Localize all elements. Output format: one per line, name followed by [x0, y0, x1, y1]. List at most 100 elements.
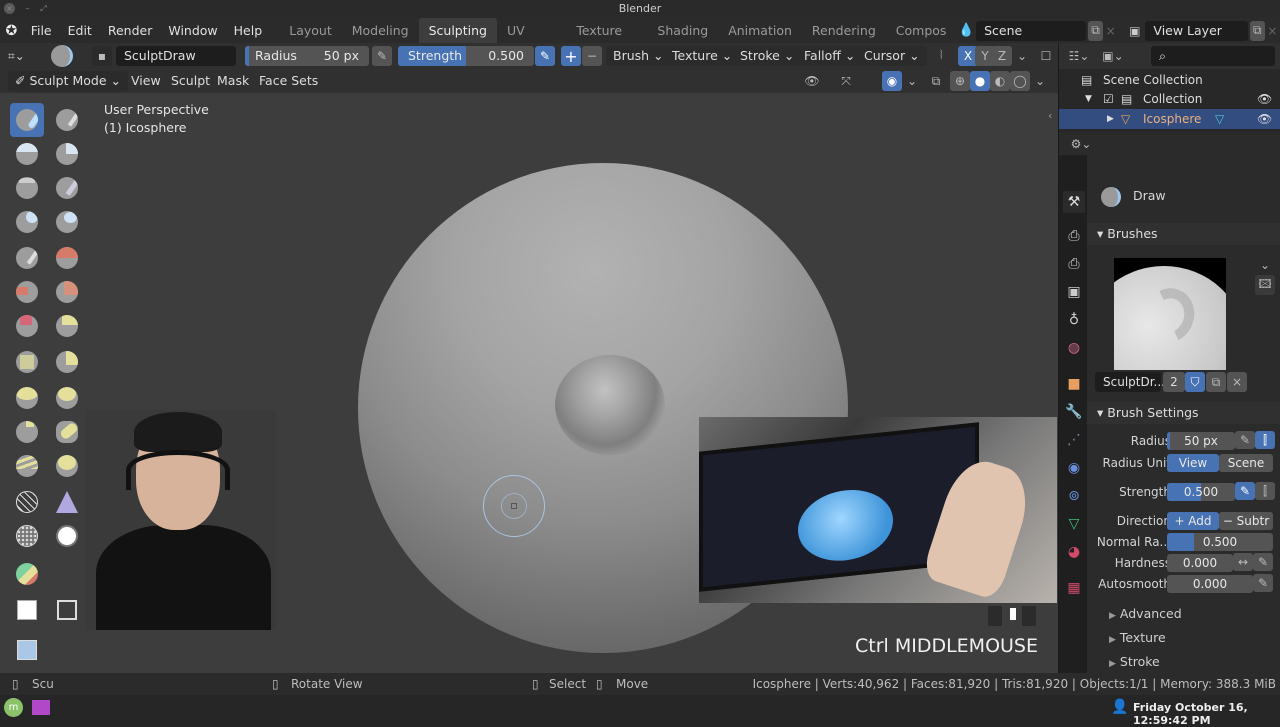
- clock[interactable]: Friday October 16, 12:59:42 PM: [1133, 701, 1280, 727]
- fake-user-shield-icon[interactable]: ⛉: [1185, 372, 1205, 392]
- menu-view[interactable]: View: [124, 71, 168, 91]
- tool-mesh-filter[interactable]: [10, 633, 44, 667]
- render-tab-icon[interactable]: ⎙: [1063, 225, 1085, 247]
- menu-face-sets[interactable]: Face Sets: [252, 71, 325, 91]
- tool-clay[interactable]: [10, 137, 44, 171]
- tool-rotate[interactable]: [10, 449, 44, 483]
- menu-mask[interactable]: Mask: [210, 71, 256, 91]
- tool-draw-face-sets[interactable]: [50, 519, 84, 553]
- particles-tab-icon[interactable]: ⋰: [1063, 429, 1085, 451]
- tool-nudge[interactable]: [50, 415, 84, 449]
- taskbar-app-icon[interactable]: [32, 700, 50, 715]
- tool-snake-hook[interactable]: [10, 381, 44, 415]
- outliner-row-collection[interactable]: ▼ ☑ ▤ Collection 👁: [1059, 89, 1280, 109]
- tab-modeling[interactable]: Modeling: [342, 18, 419, 43]
- tool-pinch[interactable]: [50, 309, 84, 343]
- advanced-subpanel[interactable]: ▶ Advanced: [1109, 605, 1182, 625]
- symmetry-z-toggle[interactable]: Z: [992, 46, 1012, 66]
- direction-subtract-option[interactable]: − Subtr: [1219, 512, 1273, 530]
- direction-add-option[interactable]: + Add: [1167, 512, 1219, 530]
- tool-flatten[interactable]: [50, 241, 84, 275]
- tool-inflate[interactable]: [50, 171, 84, 205]
- tool-cloth[interactable]: [10, 485, 44, 519]
- radius-unit-scene-option[interactable]: Scene: [1219, 454, 1273, 472]
- menu-render[interactable]: Render: [100, 18, 161, 43]
- brush-preview-image[interactable]: [1114, 258, 1226, 370]
- collection-visibility-eye-icon[interactable]: 👁: [1257, 89, 1272, 109]
- tool-pose[interactable]: [10, 415, 44, 449]
- tool-mask-by-color[interactable]: [10, 557, 44, 591]
- tab-animation[interactable]: Animation: [718, 18, 802, 43]
- blender-logo-icon[interactable]: ✪: [0, 23, 23, 39]
- duplicate-brush-icon[interactable]: ⧉: [1206, 372, 1226, 392]
- world-tab-icon[interactable]: ◍: [1063, 337, 1085, 359]
- tab-uv-editing[interactable]: UV Editing: [497, 18, 566, 63]
- outliner-row-scene-collection[interactable]: ▤ Scene Collection: [1059, 70, 1280, 90]
- strength-slider[interactable]: Strength 0.500: [398, 46, 534, 66]
- active-brush-icon[interactable]: [51, 45, 73, 67]
- radius-slider[interactable]: Radius 50 px: [245, 46, 369, 66]
- menu-file[interactable]: File: [23, 18, 60, 43]
- outliner-display-mode-icon[interactable]: ☷⌄: [1069, 46, 1090, 66]
- tool-simplify[interactable]: [50, 485, 84, 519]
- strength-pressure-icon[interactable]: ✎: [535, 46, 555, 66]
- shading-solid-icon[interactable]: ●: [970, 71, 990, 91]
- menu-help[interactable]: Help: [226, 18, 271, 43]
- new-view-layer-button[interactable]: ⧉: [1249, 20, 1265, 41]
- outliner-row-icosphere[interactable]: ▶ ▽ Icosphere ▽ 👁: [1059, 109, 1280, 129]
- modifier-tab-icon[interactable]: 🔧: [1063, 401, 1085, 423]
- tab-sculpting[interactable]: Sculpting: [418, 18, 497, 43]
- brushes-panel-header[interactable]: ▾ Brushes: [1087, 223, 1280, 245]
- xray-icon[interactable]: ⧉: [926, 71, 946, 91]
- tab-shading[interactable]: Shading: [647, 18, 718, 43]
- properties-editor-type-icon[interactable]: ⚙⌄: [1071, 134, 1092, 154]
- scene-name-field[interactable]: Scene: [976, 20, 1086, 41]
- tool-box-hide[interactable]: [50, 593, 84, 627]
- brush-list-chevron-icon[interactable]: ⌄: [1255, 255, 1275, 275]
- object-tab-icon[interactable]: ■: [1063, 373, 1085, 395]
- tab-texture-paint[interactable]: Texture Paint: [566, 18, 647, 63]
- brush-name-field[interactable]: SculptDraw: [116, 46, 236, 66]
- shading-material-icon[interactable]: ◐: [990, 71, 1010, 91]
- tool-tab-icon[interactable]: ⚒: [1063, 191, 1085, 213]
- shading-rendered-icon[interactable]: ◯: [1010, 71, 1030, 91]
- mesh-data-icon[interactable]: ▽: [1215, 109, 1224, 129]
- radius-unified-icon[interactable]: ⫿: [1255, 431, 1275, 449]
- tool-draw-sharp[interactable]: [50, 103, 84, 137]
- tool-box-mask[interactable]: [10, 593, 44, 627]
- tool-fill[interactable]: [10, 275, 44, 309]
- shading-options-chevron-icon[interactable]: ⌄: [1030, 71, 1050, 91]
- outliner-search-input[interactable]: ⌕: [1151, 46, 1275, 66]
- texture-dropdown[interactable]: Texture ⌄: [665, 46, 740, 66]
- tab-rendering[interactable]: Rendering: [802, 18, 886, 43]
- overlays-icon[interactable]: ◉: [882, 71, 902, 91]
- object-visibility-eye-icon[interactable]: 👁: [1257, 109, 1272, 129]
- hardness-pressure-icon[interactable]: ✎: [1253, 553, 1273, 571]
- strength-pressure-icon[interactable]: ✎: [1235, 482, 1255, 500]
- normal-radius-slider[interactable]: 0.500: [1167, 533, 1273, 551]
- physics-tab-icon[interactable]: ◉: [1063, 457, 1085, 479]
- texture-tab-icon[interactable]: ▦: [1063, 577, 1085, 599]
- collection-checkbox[interactable]: ☑: [1103, 89, 1114, 109]
- stroke-dropdown[interactable]: Stroke ⌄: [733, 46, 802, 66]
- brush-icon-image-button[interactable]: 🖾: [1255, 275, 1275, 295]
- menu-edit[interactable]: Edit: [60, 18, 100, 43]
- visibility-icon[interactable]: 👁: [802, 71, 822, 91]
- editor-type-icon[interactable]: ⌗⌄: [8, 46, 38, 66]
- strength-unified-icon[interactable]: ⫿: [1255, 482, 1275, 500]
- tool-blob[interactable]: [10, 205, 44, 239]
- tool-multiplane-scrape[interactable]: [10, 309, 44, 343]
- falloff-dropdown[interactable]: Falloff ⌄: [797, 46, 863, 66]
- radius-pressure-icon[interactable]: ✎: [1235, 431, 1255, 449]
- radius-unit-view-option[interactable]: View: [1167, 454, 1219, 472]
- direction-subtract-button[interactable]: −: [582, 46, 602, 66]
- tool-crease[interactable]: [50, 205, 84, 239]
- stroke-subpanel[interactable]: ▶ Stroke: [1109, 653, 1160, 673]
- data-tab-icon[interactable]: ▽: [1063, 513, 1085, 535]
- scene-selector-icon[interactable]: 💧: [956, 23, 976, 38]
- user-icon[interactable]: 👤: [1111, 699, 1128, 715]
- overlays-chevron-icon[interactable]: ⌄: [902, 71, 922, 91]
- delete-view-layer-button[interactable]: ×: [1265, 21, 1280, 41]
- tab-compositing[interactable]: Compos: [886, 18, 957, 43]
- brush-user-count[interactable]: 2: [1163, 372, 1185, 392]
